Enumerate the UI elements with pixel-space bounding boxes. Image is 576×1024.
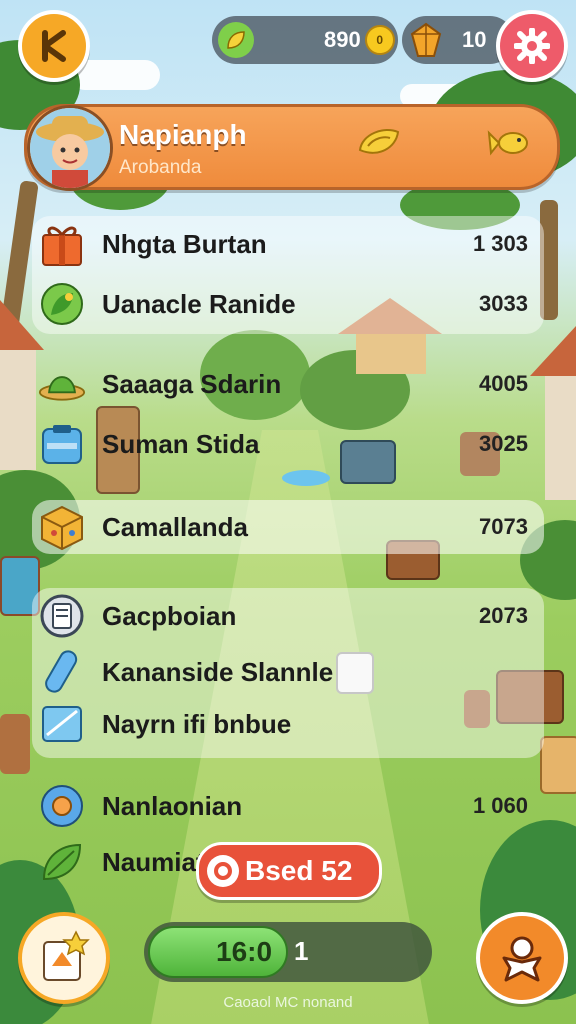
list-item[interactable]: Nhgta Burtan 1 303 (32, 218, 544, 270)
house (0, 340, 36, 470)
list-item[interactable]: Gacpboian 2073 (32, 590, 544, 642)
player-subtitle: Arobanda (119, 157, 202, 178)
progress-label: 16:0 (216, 936, 273, 967)
list-item-label: Nayrn ifi bnbue (102, 708, 292, 739)
jar-icon (38, 420, 86, 468)
coins-counter: 890 0 (212, 16, 398, 64)
progress-bar: 16:0 1 (144, 922, 432, 982)
gem-icon (408, 22, 444, 58)
list-item-label: Suman Stida (102, 428, 260, 459)
list-item[interactable]: Uanacle Ranide 3033 (32, 278, 544, 330)
list-item-label: Kananside Slannle (102, 656, 334, 687)
list-item-label: Naumiat (102, 846, 205, 877)
list-item[interactable]: Suman Stida 3025 (32, 418, 544, 470)
list-item-label: Nanlaonian (102, 790, 243, 821)
coin-icon: 0 (364, 25, 395, 55)
settings-button[interactable] (496, 10, 568, 82)
reward-badge-label: Bsed 52 (245, 855, 353, 886)
coin-reward-button[interactable] (355, 123, 403, 163)
profile-banner: Napianph Arobanda (24, 104, 560, 191)
herb-icon (38, 838, 86, 886)
character-icon (502, 936, 542, 982)
crystal-icon (38, 648, 86, 696)
list-item-value: 4005 (479, 371, 528, 396)
reward-badge-button[interactable]: Bsed 52 (196, 842, 382, 900)
fish-icon (487, 130, 528, 156)
list-item-label: Saaaga Sdarin (102, 368, 282, 399)
inventory-box-icon (43, 930, 90, 981)
player-name: Napianph (119, 119, 247, 150)
list-item-value: 3025 (479, 431, 528, 456)
crate-icon (38, 503, 86, 551)
leaf-currency-icon (218, 22, 254, 58)
ice-block-icon (38, 700, 86, 748)
fish-reward-button[interactable] (485, 123, 533, 163)
basket-prop (540, 736, 576, 794)
list-item[interactable]: Nanlaonian 1 060 (32, 780, 544, 832)
list-item-value: 2073 (479, 603, 528, 628)
list-item-label: Camallanda (102, 511, 248, 542)
list-item[interactable]: Kananside Slannle (32, 646, 544, 698)
farmer-avatar-icon (30, 108, 110, 188)
leaf-badge-icon (38, 280, 86, 328)
badge-icon (207, 855, 239, 887)
list-item-value: 3033 (479, 291, 528, 316)
avatar[interactable] (27, 105, 113, 191)
list-item-value: 7073 (479, 514, 528, 539)
puddle (282, 470, 330, 486)
back-button[interactable] (18, 10, 90, 82)
list-item-label: Nhgta Burtan (102, 228, 267, 259)
gold-coin-pile-icon (358, 129, 400, 154)
list-item-label: Gacpboian (102, 600, 237, 631)
house (545, 370, 576, 500)
footer-caption: Caoaol MC nonand (223, 994, 353, 1011)
list-item-value: 1 303 (472, 231, 528, 256)
table-prop (0, 714, 30, 774)
back-arrow-icon (42, 30, 66, 62)
gear-icon (514, 28, 550, 64)
coins-badge-value: 0 (376, 33, 384, 47)
coins-value: 890 (324, 27, 361, 52)
character-button[interactable] (476, 912, 568, 1004)
gift-box-icon (38, 220, 86, 268)
list-item[interactable]: Nayrn ifi bnbue (32, 698, 544, 750)
ring-icon (38, 782, 86, 830)
scroll-icon (38, 592, 86, 640)
list-item-value: 1 060 (472, 793, 528, 818)
progress-count: 1 (294, 936, 309, 966)
gems-value: 10 (462, 27, 487, 52)
inventory-button[interactable] (18, 912, 110, 1004)
list-item[interactable]: Camallanda 7073 (32, 500, 544, 554)
list-item[interactable]: Saaaga Sdarin 4005 (32, 358, 544, 410)
list-item-label: Uanacle Ranide (102, 288, 296, 319)
hat-icon (38, 360, 86, 408)
